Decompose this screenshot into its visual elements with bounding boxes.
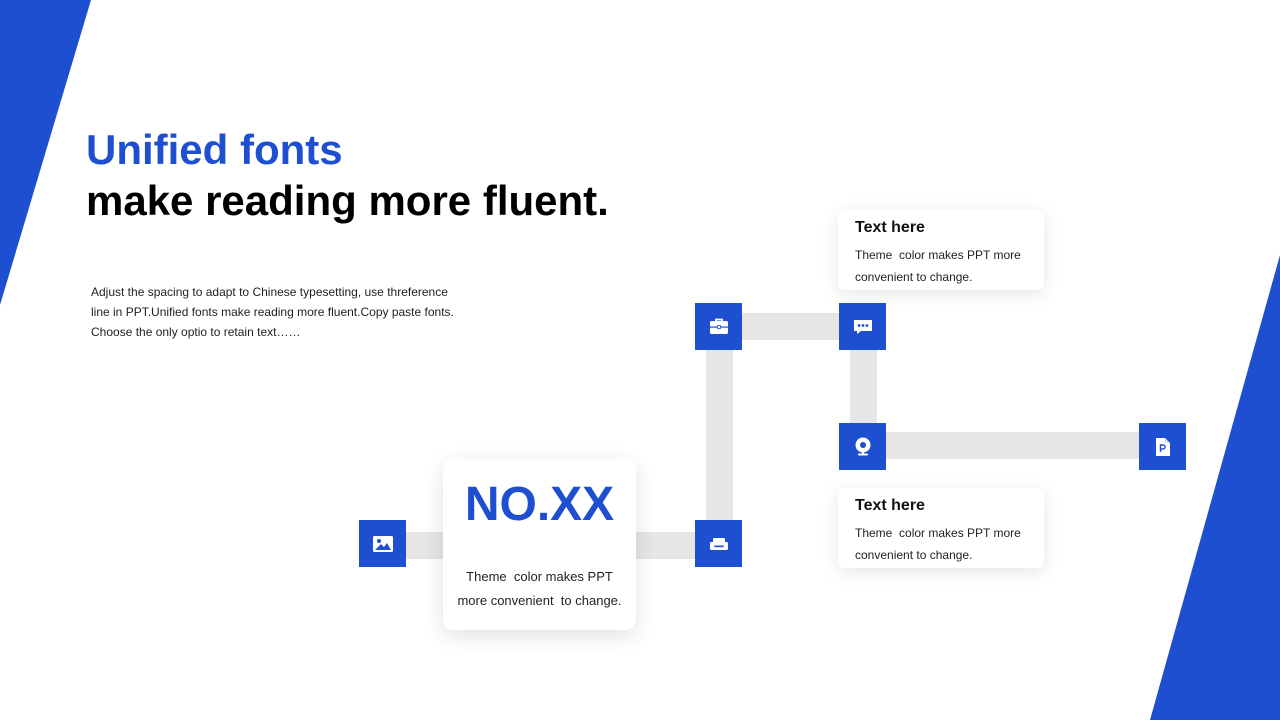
text-card-title: Text here (855, 497, 925, 514)
briefcase-node (695, 303, 742, 350)
document-icon (1155, 437, 1170, 456)
main-card-description: Theme color makes PPT more convenient to… (457, 569, 622, 608)
document-node (1139, 423, 1186, 470)
decor-triangle-left (0, 0, 91, 305)
main-card-number: NO.XX (464, 478, 615, 531)
connector-card-sofa (634, 532, 698, 559)
webcam-icon (855, 437, 870, 455)
connector-briefcase-chat (740, 313, 841, 340)
sofa-node (695, 520, 742, 567)
connector-sofa-briefcase (706, 347, 733, 525)
connector-webcam-document (884, 432, 1141, 459)
chat-icon (853, 319, 872, 334)
connector-image-card (404, 532, 446, 559)
chat-node (839, 303, 886, 350)
intro-line: line in PPT.Unified fonts make reading m… (91, 305, 454, 319)
briefcase-icon (709, 318, 728, 334)
connector-chat-webcam (850, 347, 877, 427)
text-card-description: Theme color makes PPT more convenient to… (855, 526, 1025, 562)
intro-line: Choose the only optio to retain text…… (91, 325, 301, 339)
image-icon (372, 535, 393, 552)
main-card: NO.XX Theme color makes PPT more conveni… (443, 459, 636, 630)
text-card-bottom: Text here Theme color makes PPT more con… (838, 488, 1044, 568)
decor-triangle-right (1150, 255, 1280, 720)
text-card-title: Text here (855, 219, 925, 236)
text-card-description: Theme color makes PPT more convenient to… (855, 248, 1025, 284)
heading-main: make reading more fluent. (86, 177, 609, 224)
intro-line: Adjust the spacing to adapt to Chinese t… (91, 285, 448, 299)
webcam-node (839, 423, 886, 470)
text-card-top: Text here Theme color makes PPT more con… (838, 210, 1044, 290)
image-node (359, 520, 406, 567)
sofa-icon (709, 537, 728, 550)
intro-paragraph: Adjust the spacing to adapt to Chinese t… (91, 282, 481, 342)
heading-accent: Unified fonts (86, 126, 343, 173)
